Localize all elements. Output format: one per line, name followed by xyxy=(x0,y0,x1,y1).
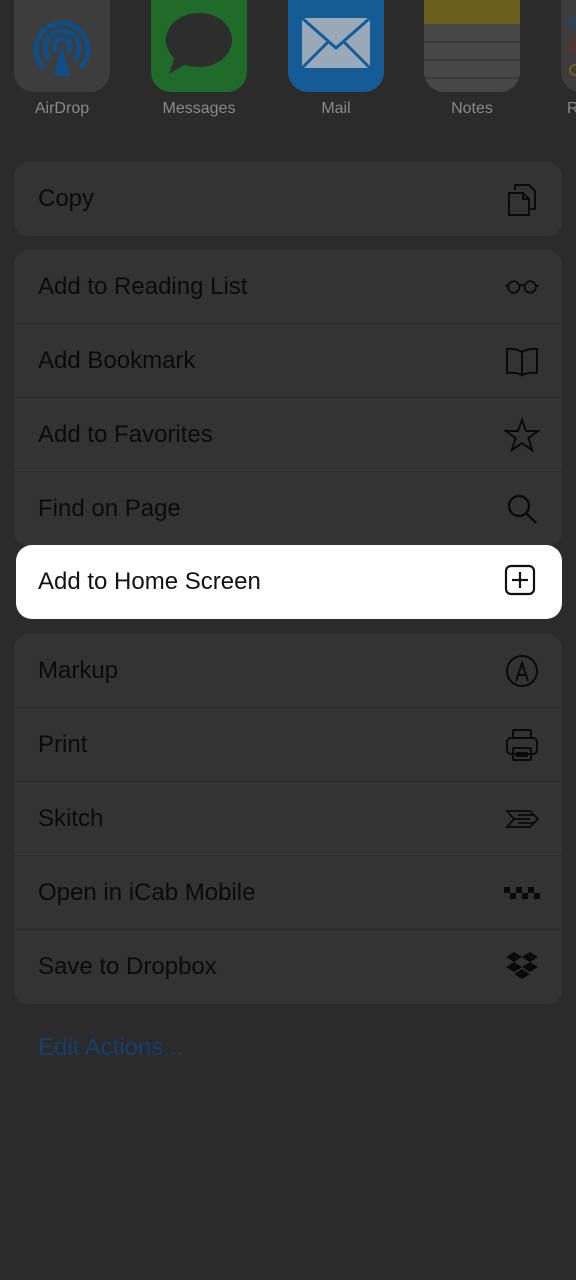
action-add-favorites[interactable]: Add to Favorites xyxy=(14,398,562,472)
app-label: R xyxy=(567,100,576,117)
action-label: Add to Home Screen xyxy=(38,568,261,595)
search-icon xyxy=(502,489,542,529)
action-copy[interactable]: Copy xyxy=(14,162,562,236)
share-sheet: AirDrop Messages Mail Notes R Copy Add t… xyxy=(0,0,576,1280)
app-label: AirDrop xyxy=(34,100,90,117)
action-label: Add to Favorites xyxy=(38,420,213,448)
action-label: Add Bookmark xyxy=(38,346,196,374)
action-label: Copy xyxy=(38,185,95,212)
glasses-icon xyxy=(502,267,542,307)
share-app-airdrop[interactable]: AirDrop xyxy=(14,0,110,117)
skitch-icon xyxy=(502,799,542,839)
app-label: Mail xyxy=(321,100,351,117)
action-skitch[interactable]: Skitch xyxy=(14,782,562,856)
book-icon xyxy=(502,341,542,381)
app-label: Messages xyxy=(162,100,236,117)
action-label: Print xyxy=(38,730,88,758)
icab-icon xyxy=(502,873,542,913)
action-label: Save to Dropbox xyxy=(38,953,217,980)
action-label: Open in iCab Mobile xyxy=(38,878,256,906)
printer-icon xyxy=(502,725,542,765)
action-add-home-screen[interactable]: Add to Home Screen xyxy=(16,545,562,619)
action-add-reading-list[interactable]: Add to Reading List xyxy=(14,250,562,324)
action-group-browser: Add to Reading List Add Bookmark Add to … xyxy=(14,250,562,546)
notes-icon xyxy=(424,0,520,92)
action-label: Markup xyxy=(38,656,119,684)
action-label: Skitch xyxy=(38,804,104,832)
share-app-messages[interactable]: Messages xyxy=(151,0,247,117)
copy-icon xyxy=(502,179,542,219)
action-open-icab[interactable]: Open in iCab Mobile xyxy=(14,856,562,930)
action-group-copy: Copy xyxy=(14,162,562,236)
share-app-notes[interactable]: Notes xyxy=(424,0,520,117)
reminders-icon xyxy=(561,0,576,92)
mail-icon xyxy=(288,0,384,92)
action-add-bookmark[interactable]: Add Bookmark xyxy=(14,324,562,398)
share-app-reminders[interactable]: R xyxy=(561,0,576,117)
action-print[interactable]: Print xyxy=(14,708,562,782)
edit-actions-link[interactable]: Edit Actions... xyxy=(38,1034,183,1062)
action-find-on-page[interactable]: Find on Page xyxy=(14,472,562,546)
action-group-extensions: Markup Print Skitch Open in iCab Mobile … xyxy=(14,634,562,1004)
share-app-row: AirDrop Messages Mail Notes R xyxy=(0,0,576,130)
app-label: Notes xyxy=(451,100,493,117)
plus-square-icon xyxy=(502,562,542,602)
action-markup[interactable]: Markup xyxy=(14,634,562,708)
messages-icon xyxy=(151,0,247,92)
dropbox-icon xyxy=(502,947,542,987)
action-save-dropbox[interactable]: Save to Dropbox xyxy=(14,930,562,1004)
share-app-mail[interactable]: Mail xyxy=(288,0,384,117)
action-label: Find on Page xyxy=(38,495,181,522)
action-label: Add to Reading List xyxy=(38,272,248,300)
markup-icon xyxy=(502,651,542,691)
star-icon xyxy=(502,415,542,455)
airdrop-icon xyxy=(14,0,110,92)
